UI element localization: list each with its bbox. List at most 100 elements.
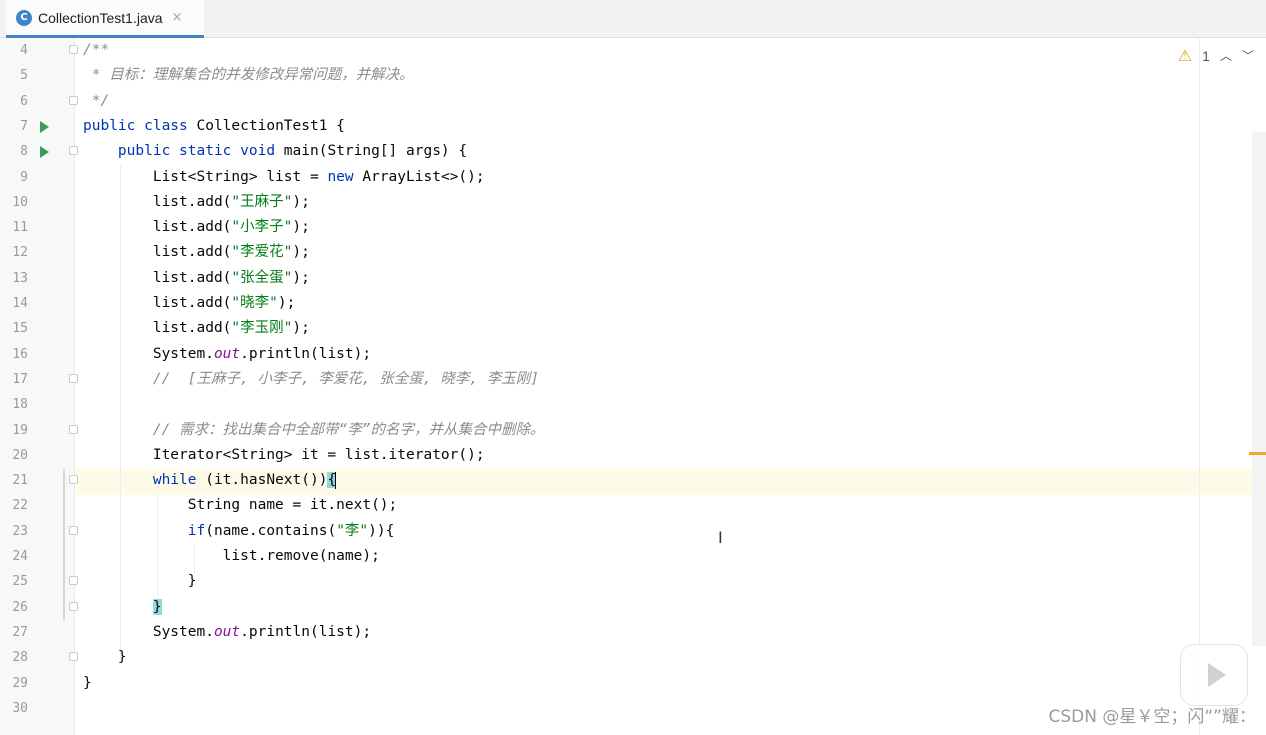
code-line[interactable]: 12 list.add("李爱花");	[0, 240, 1266, 265]
line-number: 20	[12, 447, 28, 463]
code-text[interactable]: Iterator<String> it = list.iterator();	[83, 443, 485, 468]
code-line[interactable]: 7 public class CollectionTest1 {	[0, 114, 1266, 139]
tab-label: CollectionTest1.java	[38, 9, 163, 26]
run-icon[interactable]	[40, 120, 49, 133]
code-text[interactable]: if(name.contains("李")){	[83, 519, 395, 544]
code-text[interactable]: */	[83, 89, 109, 114]
code-line[interactable]: 8 public static void main(String[] args)…	[0, 139, 1266, 164]
code-line[interactable]: 15 list.add("李玉刚");	[0, 316, 1266, 341]
code-line[interactable]: 29}	[0, 671, 1266, 696]
line-number: 14	[12, 296, 28, 311]
close-icon[interactable]: ×	[172, 10, 183, 25]
line-number: 6	[20, 93, 28, 109]
code-text[interactable]: list.add("王麻子");	[83, 190, 310, 215]
chevron-down-icon[interactable]: ﹀	[1242, 47, 1254, 64]
text-cursor-icon: I	[718, 528, 723, 547]
chevron-up-icon[interactable]: ︿	[1220, 47, 1232, 64]
code-text[interactable]: list.add("李爱花");	[83, 240, 310, 265]
line-number: 25	[12, 574, 28, 590]
code-text[interactable]: String name = it.next();	[83, 493, 398, 518]
code-line[interactable]: 19 // 需求：找出集合中全部带“李”的名字，并从集合中删除。	[0, 418, 1266, 443]
code-line[interactable]: 6 */	[0, 89, 1266, 114]
java-class-icon: C	[16, 9, 32, 26]
fold-icon[interactable]	[69, 601, 78, 611]
fold-icon[interactable]	[69, 146, 78, 156]
fold-icon[interactable]	[69, 576, 78, 586]
vertical-scrollbar[interactable]	[1252, 132, 1266, 646]
code-text[interactable]: }	[83, 569, 197, 594]
fold-icon[interactable]	[69, 475, 78, 485]
code-line[interactable]: 10 list.add("王麻子");	[0, 190, 1266, 215]
line-number: 27	[12, 624, 28, 640]
code-text[interactable]: public static void main(String[] args) {	[83, 139, 467, 164]
code-text[interactable]: public class CollectionTest1 {	[83, 114, 345, 139]
code-text[interactable]: * 目标：理解集合的并发修改异常问题，并解决。	[83, 63, 414, 88]
tab-collectiontest1[interactable]: C CollectionTest1.java ×	[6, 0, 204, 38]
line-number: 9	[20, 169, 28, 185]
code-text[interactable]: list.add("小李子");	[83, 215, 310, 240]
code-line[interactable]: 24 list.remove(name);	[0, 544, 1266, 569]
code-text[interactable]: list.add("张全蛋");	[83, 266, 310, 291]
code-text[interactable]: /**	[83, 38, 109, 63]
code-line[interactable]: 23 if(name.contains("李")){	[0, 519, 1266, 544]
line-number: 18	[12, 397, 28, 413]
warning-icon[interactable]: ⚠	[1178, 46, 1192, 65]
code-text[interactable]: }	[83, 595, 162, 620]
code-line[interactable]: 13 list.add("张全蛋");	[0, 266, 1266, 291]
line-number: 5	[20, 68, 28, 84]
code-line[interactable]: 11 list.add("小李子");	[0, 215, 1266, 240]
code-line[interactable]: 21 while (it.hasNext()){	[0, 468, 1266, 493]
code-line[interactable]: 16 System.out.println(list);	[0, 342, 1266, 367]
code-line[interactable]: 25 }	[0, 569, 1266, 594]
line-number: 17	[12, 371, 28, 387]
line-number: 19	[12, 422, 28, 438]
code-line[interactable]: 14 list.add("晓李");	[0, 291, 1266, 316]
code-line[interactable]: 9 List<String> list = new ArrayList<>();	[0, 165, 1266, 190]
code-text[interactable]: // 需求：找出集合中全部带“李”的名字，并从集合中删除。	[83, 418, 545, 443]
watermark: CSDN @星￥空；闪“”耀：	[1048, 707, 1257, 727]
code-text[interactable]: // [王麻子, 小李子, 李爱花, 张全蛋, 晓李, 李玉刚]	[83, 367, 539, 392]
line-number: 10	[12, 194, 28, 210]
code-line[interactable]: 5 * 目标：理解集合的并发修改异常问题，并解决。	[0, 63, 1266, 88]
inspection-widget[interactable]: ⚠ 1 ︿ ﹀	[1178, 46, 1254, 65]
code-text[interactable]: }	[83, 645, 127, 670]
line-number: 24	[12, 549, 28, 564]
code-text[interactable]: List<String> list = new ArrayList<>();	[83, 165, 485, 190]
line-number: 28	[12, 650, 28, 666]
code-text[interactable]: }	[83, 671, 92, 696]
fold-icon[interactable]	[69, 424, 78, 434]
line-number: 7	[20, 118, 28, 134]
warning-count[interactable]: 1	[1202, 48, 1210, 64]
run-icon[interactable]	[40, 146, 49, 159]
code-text[interactable]: list.add("晓李");	[83, 291, 296, 316]
code-line[interactable]: 28 }	[0, 645, 1266, 670]
line-number: 16	[12, 346, 28, 362]
code-text[interactable]: while (it.hasNext()){	[83, 468, 337, 493]
code-line[interactable]: 18	[0, 392, 1266, 417]
fold-icon[interactable]	[69, 525, 78, 535]
line-number: 30	[12, 700, 28, 716]
code-line[interactable]: 20 Iterator<String> it = list.iterator()…	[0, 443, 1266, 468]
line-number: 21	[12, 473, 28, 489]
code-line[interactable]: 4 /**	[0, 38, 1266, 63]
code-text[interactable]: System.out.println(list);	[83, 620, 371, 645]
code-line[interactable]: 27 System.out.println(list);	[0, 620, 1266, 645]
code-text[interactable]: list.remove(name);	[83, 544, 380, 569]
code-line[interactable]: 26 }	[0, 595, 1266, 620]
code-text[interactable]: list.add("李玉刚");	[83, 316, 310, 341]
warning-marker[interactable]	[1249, 452, 1266, 455]
line-number: 23	[12, 523, 28, 539]
line-number: 11	[12, 220, 28, 236]
line-number: 22	[12, 498, 28, 514]
editor-tab-bar: C CollectionTest1.java ×	[0, 0, 1266, 38]
fold-icon[interactable]	[69, 45, 78, 54]
code-text[interactable]: System.out.println(list);	[83, 342, 371, 367]
line-number: 13	[12, 270, 28, 286]
fold-icon[interactable]	[69, 95, 78, 105]
play-icon	[1207, 663, 1226, 687]
fold-icon[interactable]	[69, 373, 78, 383]
code-line[interactable]: 17 // [王麻子, 小李子, 李爱花, 张全蛋, 晓李, 李玉刚]	[0, 367, 1266, 392]
code-line[interactable]: 22 String name = it.next();	[0, 493, 1266, 518]
video-play-button[interactable]	[1180, 644, 1248, 706]
fold-icon[interactable]	[69, 652, 78, 662]
